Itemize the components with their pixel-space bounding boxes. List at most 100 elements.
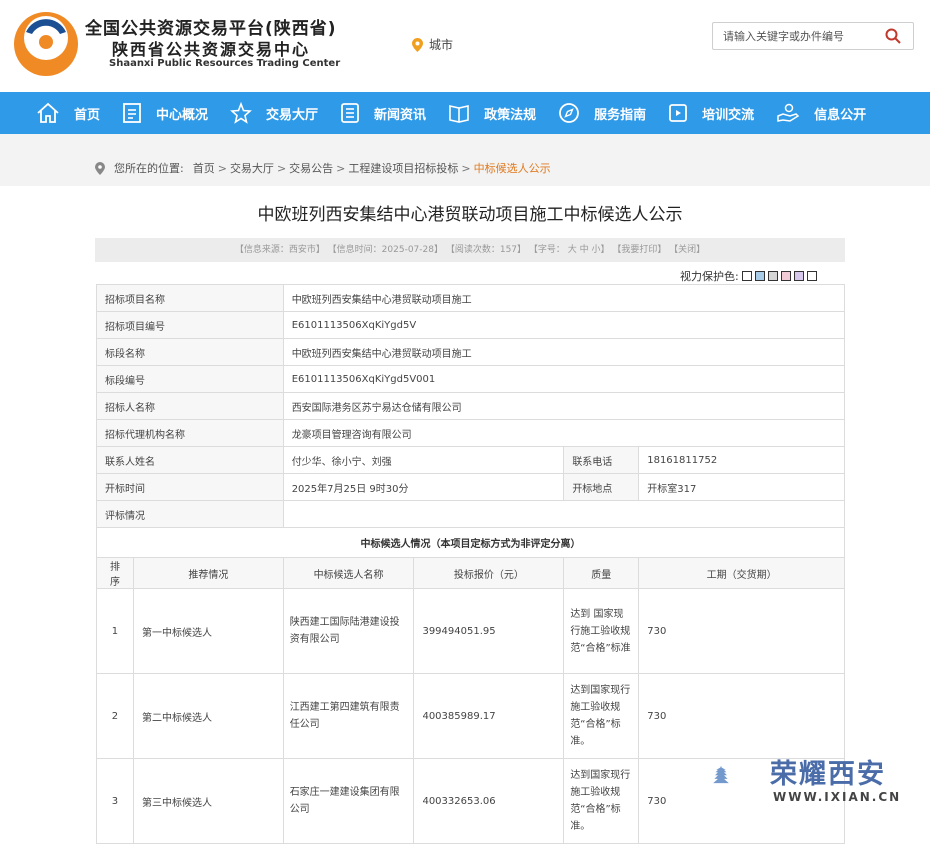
article-meta-bar: 【信息来源：西安市】 【信息时间：2025-07-28】 【阅读次数：157】 … bbox=[95, 238, 845, 262]
site-header: 全国公共资源交易平台(陕西省) 陕西省公共资源交易中心 Shaanxi Publ… bbox=[0, 0, 930, 92]
video-icon bbox=[669, 104, 687, 122]
info-label: 招标人名称 bbox=[96, 392, 284, 420]
city-label: 城市 bbox=[429, 38, 454, 52]
swatch-pink[interactable] bbox=[780, 271, 791, 281]
search-button[interactable] bbox=[878, 23, 908, 49]
candidate-quality: 达到 国家现行施工验收规范“合格”标准 bbox=[563, 588, 640, 674]
candidate-rank: 1 bbox=[96, 588, 134, 674]
candidate-price: 399494051.95 bbox=[413, 588, 565, 674]
swatch-purple[interactable] bbox=[793, 271, 804, 281]
nav-item-disclosure[interactable]: 信息公开 bbox=[776, 92, 866, 134]
info-row: 标段编号 E6101113506XqKiYgd5V001 bbox=[96, 365, 846, 393]
candidate-recommend: 第二中标候选人 bbox=[132, 673, 284, 759]
candidate-recommend: 第一中标候选人 bbox=[132, 588, 284, 674]
column-header: 工期（交货期） bbox=[638, 557, 845, 589]
info-value: 西安国际港务区苏宁易达仓储有限公司 bbox=[282, 392, 846, 420]
info-value: 中欧班列西安集结中心港贸联动项目施工 bbox=[282, 338, 846, 366]
swatch-default[interactable] bbox=[806, 271, 817, 281]
nav-item-training[interactable]: 培训交流 bbox=[668, 92, 754, 134]
candidate-rank: 2 bbox=[96, 673, 134, 759]
location-pin-icon bbox=[95, 161, 105, 175]
breadcrumb-item-home[interactable]: 首页 bbox=[193, 160, 215, 176]
site-title-cn-provincial: 陕西省公共资源交易中心 bbox=[112, 40, 311, 59]
location-pin-icon bbox=[412, 37, 423, 52]
open-row: 开标时间 2025年7月25日 9时30分 开标地点 开标室317 bbox=[96, 473, 845, 501]
candidates-section-title: 中标候选人情况（本项目定标方式为非评定分离） bbox=[96, 527, 845, 558]
contact-row: 联系人姓名 付少华、徐小宁、刘强 联系电话 18161811752 bbox=[96, 446, 845, 474]
news-icon bbox=[341, 103, 359, 123]
nav-item-policy[interactable]: 政策法规 bbox=[448, 92, 536, 134]
watermark-text: 荣耀西安 bbox=[770, 759, 886, 790]
candidate-quality: 达到国家现行施工验收规范“合格”标准。 bbox=[563, 758, 640, 844]
info-label: 招标项目编号 bbox=[96, 311, 284, 339]
info-value: 18161811752 bbox=[638, 446, 845, 474]
candidate-name: 石家庄一建建设集团有限公司 bbox=[282, 758, 415, 844]
nav-item-service-guide[interactable]: 服务指南 bbox=[558, 92, 646, 134]
breadcrumb: 您所在的位置: 首页 > 交易大厅 > 交易公告 > 工程建设项目招标投标 > … bbox=[95, 160, 551, 176]
breadcrumb-prefix: 您所在的位置: bbox=[114, 162, 184, 175]
breadcrumb-separator: > bbox=[217, 161, 227, 175]
info-value bbox=[282, 500, 846, 528]
breadcrumb-separator: > bbox=[276, 161, 287, 175]
search-input[interactable] bbox=[713, 29, 878, 43]
main-nav: 首页 中心概况 交易大厅 新闻资讯 政策法规 服务指南 培训交流 信息公开 bbox=[0, 92, 930, 134]
eval-row: 评标情况 bbox=[96, 500, 846, 528]
info-label: 开标地点 bbox=[563, 473, 640, 501]
column-header: 排序 bbox=[96, 557, 134, 589]
search-icon bbox=[885, 28, 901, 44]
info-row: 招标代理机构名称 龙豪项目管理咨询有限公司 bbox=[96, 419, 846, 447]
vision-protect-label: 视力保护色: bbox=[680, 270, 739, 283]
info-label: 评标情况 bbox=[96, 500, 284, 528]
breadcrumb-item-announcements[interactable]: 交易公告 bbox=[289, 160, 333, 176]
info-label: 标段名称 bbox=[96, 338, 284, 366]
column-header: 推荐情况 bbox=[132, 557, 284, 589]
candidate-price: 400385989.17 bbox=[413, 673, 565, 759]
column-header: 投标报价（元） bbox=[413, 557, 565, 589]
candidates-header-row: 排序 推荐情况 中标候选人名称 投标报价（元） 质量 工期（交货期） bbox=[96, 557, 845, 589]
nav-item-trading-hall[interactable]: 交易大厅 bbox=[230, 92, 318, 134]
column-header: 中标候选人名称 bbox=[282, 557, 415, 589]
watermark-pagoda-icon bbox=[713, 765, 729, 784]
swatch-white[interactable] bbox=[741, 271, 752, 281]
book-icon bbox=[449, 105, 469, 123]
nav-item-home[interactable]: 首页 bbox=[36, 92, 100, 134]
candidate-price: 400332653.06 bbox=[413, 758, 565, 844]
city-selector[interactable]: 城市 bbox=[412, 36, 453, 53]
info-label: 联系人姓名 bbox=[96, 446, 284, 474]
candidate-period: 730 bbox=[638, 588, 845, 674]
star-hall-icon bbox=[230, 102, 252, 124]
site-logo[interactable] bbox=[12, 10, 80, 78]
document-icon bbox=[123, 103, 141, 123]
info-row: 招标人名称 西安国际港务区苏宁易达仓储有限公司 bbox=[96, 392, 846, 420]
candidate-rank: 3 bbox=[96, 758, 134, 844]
info-value: 中欧班列西安集结中心港贸联动项目施工 bbox=[282, 284, 846, 312]
breadcrumb-item-engineering[interactable]: 工程建设项目招标投标 bbox=[348, 160, 458, 176]
info-label: 联系电话 bbox=[563, 446, 640, 474]
hand-icon bbox=[777, 103, 800, 122]
breadcrumb-item-trading-hall[interactable]: 交易大厅 bbox=[230, 160, 274, 176]
info-row: 标段名称 中欧班列西安集结中心港贸联动项目施工 bbox=[96, 338, 846, 366]
nav-item-news[interactable]: 新闻资讯 bbox=[340, 92, 426, 134]
info-value: E6101113506XqKiYgd5V bbox=[282, 311, 846, 339]
table-row: 1 第一中标候选人 陕西建工国际陆港建设投资有限公司 399494051.95 … bbox=[96, 588, 845, 674]
info-label: 招标代理机构名称 bbox=[96, 419, 284, 447]
info-label: 开标时间 bbox=[96, 473, 284, 501]
swatch-blue[interactable] bbox=[754, 271, 765, 281]
vision-protect-colors: 视力保护色: bbox=[680, 268, 817, 284]
candidates-section-row: 中标候选人情况（本项目定标方式为非评定分离） bbox=[96, 527, 845, 558]
info-value: 开标室317 bbox=[638, 473, 845, 501]
info-row: 招标项目编号 E6101113506XqKiYgd5V bbox=[96, 311, 846, 339]
info-label: 招标项目名称 bbox=[96, 284, 284, 312]
info-label: 标段编号 bbox=[96, 365, 284, 393]
swatch-gray[interactable] bbox=[767, 271, 778, 281]
candidate-quality: 达到国家现行施工验收规范“合格”标准。 bbox=[563, 673, 640, 759]
home-icon bbox=[37, 102, 59, 123]
column-header: 质量 bbox=[563, 557, 640, 589]
page-title: 中欧班列西安集结中心港贸联动项目施工中标候选人公示 bbox=[257, 205, 683, 225]
breadcrumb-current: 中标候选人公示 bbox=[473, 162, 551, 175]
site-title-en: Shaanxi Public Resources Trading Center bbox=[109, 58, 341, 69]
candidate-name: 陕西建工国际陆港建设投资有限公司 bbox=[282, 588, 415, 674]
watermark-url: WWW.IXIAN.CN bbox=[773, 790, 902, 804]
nav-item-center-overview[interactable]: 中心概况 bbox=[122, 92, 208, 134]
info-value: E6101113506XqKiYgd5V001 bbox=[282, 365, 846, 393]
